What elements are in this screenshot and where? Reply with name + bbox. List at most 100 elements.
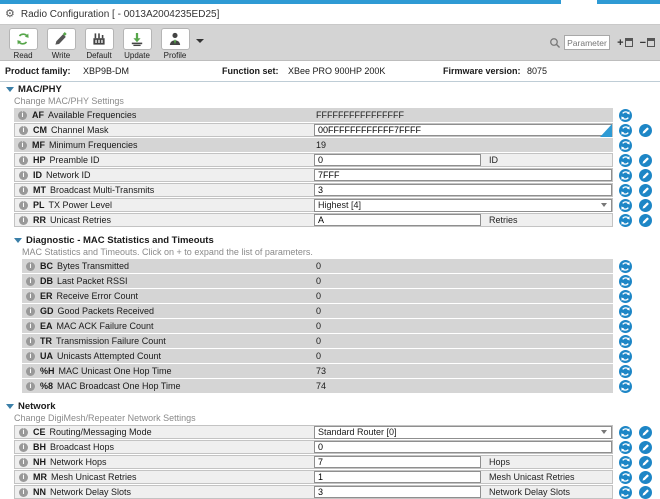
param-input[interactable]: [314, 169, 612, 181]
read-button[interactable]: Read: [5, 28, 41, 60]
info-icon[interactable]: i: [26, 262, 35, 271]
param-input[interactable]: [314, 486, 481, 498]
read-parameter-button[interactable]: [619, 305, 632, 318]
profile-button[interactable]: Profile: [157, 28, 193, 60]
read-parameter-button[interactable]: [619, 456, 632, 469]
info-icon[interactable]: i: [26, 307, 35, 316]
param-input[interactable]: [314, 471, 481, 483]
info-icon[interactable]: i: [19, 171, 28, 180]
info-icon[interactable]: i: [19, 488, 28, 497]
write-parameter-button[interactable]: [639, 471, 652, 484]
param-value: 0: [313, 351, 321, 361]
read-parameter-button[interactable]: [619, 124, 632, 137]
info-icon[interactable]: i: [19, 156, 28, 165]
read-parameter-button[interactable]: [619, 214, 632, 227]
param-code: EA: [40, 321, 53, 331]
info-icon[interactable]: i: [26, 292, 35, 301]
param-input[interactable]: [314, 154, 481, 166]
section-header[interactable]: Network: [0, 401, 660, 412]
info-icon[interactable]: i: [18, 111, 27, 120]
param-label: Routing/Messaging Mode: [50, 427, 152, 437]
read-parameter-button[interactable]: [619, 350, 632, 363]
write-parameter-button[interactable]: [639, 214, 652, 227]
read-parameter-button[interactable]: [619, 199, 632, 212]
read-parameter-button[interactable]: [619, 426, 632, 439]
write-parameter-button[interactable]: [639, 199, 652, 212]
read-parameter-button[interactable]: [619, 139, 632, 152]
info-icon[interactable]: i: [19, 126, 28, 135]
info-icon[interactable]: i: [26, 277, 35, 286]
product-family-value: XBP9B-DM: [83, 61, 129, 81]
read-parameter-button[interactable]: [619, 380, 632, 393]
read-parameter-button[interactable]: [619, 441, 632, 454]
collapse-all-button[interactable]: −: [640, 38, 655, 48]
read-parameter-button[interactable]: [619, 275, 632, 288]
param-value-area: 73: [313, 364, 326, 378]
function-set-label: Function set:: [222, 61, 279, 81]
info-icon[interactable]: i: [18, 141, 27, 150]
expand-all-button[interactable]: +: [617, 38, 632, 48]
section-header[interactable]: MAC/PHY: [0, 84, 660, 95]
read-parameter-button[interactable]: [619, 169, 632, 182]
read-parameter-button[interactable]: [619, 486, 632, 499]
read-parameter-button[interactable]: [619, 471, 632, 484]
info-icon[interactable]: i: [26, 337, 35, 346]
collapse-triangle-icon: [14, 238, 22, 243]
read-parameter-button[interactable]: [619, 365, 632, 378]
param-input[interactable]: [314, 184, 612, 196]
profile-menu-caret[interactable]: [196, 39, 204, 43]
param-unit: Hops: [489, 457, 510, 467]
section-rows: i BC Bytes Transmitted 0 i DB Last Packe…: [0, 259, 660, 393]
param-value-area: 19: [313, 138, 326, 152]
write-parameter-button[interactable]: [639, 124, 652, 137]
parameter-row: i BC Bytes Transmitted 0: [0, 259, 660, 273]
read-parameter-button[interactable]: [619, 320, 632, 333]
section-header[interactable]: Diagnostic - MAC Statistics and Timeouts: [0, 235, 660, 246]
info-icon[interactable]: i: [19, 443, 28, 452]
info-icon[interactable]: i: [26, 382, 35, 391]
param-input[interactable]: [314, 441, 612, 453]
parameter-row: i BH Broadcast Hops: [0, 440, 660, 454]
info-icon[interactable]: i: [26, 367, 35, 376]
read-parameter-button[interactable]: [619, 154, 632, 167]
update-label: Update: [124, 51, 150, 60]
read-parameter-button[interactable]: [619, 290, 632, 303]
info-icon[interactable]: i: [26, 322, 35, 331]
write-parameter-button[interactable]: [639, 184, 652, 197]
info-icon[interactable]: i: [19, 216, 28, 225]
param-code: NN: [33, 487, 46, 497]
param-dropdown[interactable]: Highest [4]: [314, 199, 612, 212]
default-button[interactable]: Default: [81, 28, 117, 60]
read-refresh-icon: [9, 28, 38, 50]
info-icon[interactable]: i: [19, 458, 28, 467]
write-parameter-button[interactable]: [639, 441, 652, 454]
info-icon[interactable]: i: [19, 473, 28, 482]
read-parameter-button[interactable]: [619, 109, 632, 122]
info-icon[interactable]: i: [19, 428, 28, 437]
parameter-search-input[interactable]: [564, 35, 610, 50]
write-parameter-button[interactable]: [639, 154, 652, 167]
param-input[interactable]: [314, 456, 481, 468]
param-code: DB: [40, 276, 53, 286]
info-icon[interactable]: i: [19, 186, 28, 195]
info-icon[interactable]: i: [26, 352, 35, 361]
param-code: AF: [32, 110, 44, 120]
section-subtitle: MAC Statistics and Timeouts. Click on + …: [22, 247, 660, 257]
read-parameter-button[interactable]: [619, 260, 632, 273]
param-label: Network ID: [46, 170, 91, 180]
param-dropdown[interactable]: Standard Router [0]: [314, 426, 612, 439]
write-parameter-button[interactable]: [639, 169, 652, 182]
write-parameter-button[interactable]: [639, 486, 652, 499]
write-parameter-button[interactable]: [639, 426, 652, 439]
read-parameter-button[interactable]: [619, 335, 632, 348]
write-parameter-button[interactable]: [639, 456, 652, 469]
write-button[interactable]: Write: [43, 28, 79, 60]
update-button[interactable]: Update: [119, 28, 155, 60]
read-parameter-button[interactable]: [619, 184, 632, 197]
param-value: 19: [313, 140, 326, 150]
param-input[interactable]: [314, 124, 612, 136]
info-icon[interactable]: i: [19, 201, 28, 210]
param-input[interactable]: [314, 214, 481, 226]
param-code: NH: [33, 457, 46, 467]
dropdown-selected-value: Standard Router [0]: [318, 427, 397, 437]
